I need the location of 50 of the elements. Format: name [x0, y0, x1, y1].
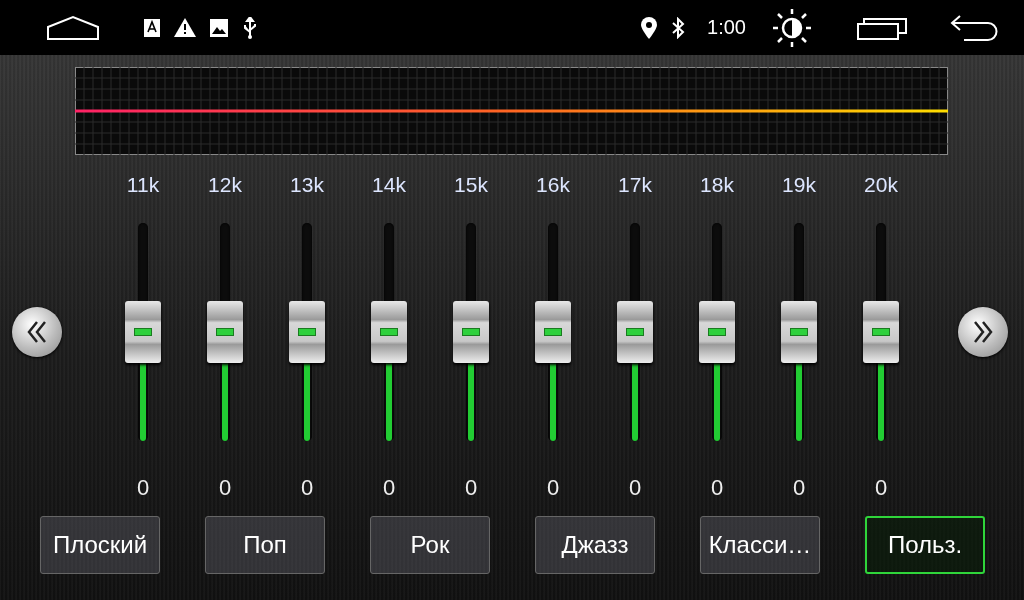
band-gain-value: 0 — [217, 475, 233, 501]
location-icon — [641, 16, 658, 39]
bluetooth-icon — [671, 16, 686, 39]
eq-slider-thumb[interactable] — [535, 301, 571, 363]
eq-slider-thumb[interactable] — [371, 301, 407, 363]
preset-button[interactable]: Поп — [205, 516, 325, 574]
band-gain-value: 0 — [709, 475, 725, 501]
eq-slider-thumb[interactable] — [863, 301, 899, 363]
preset-button[interactable]: Плоский — [40, 516, 160, 574]
band-frequency-label: 20k — [863, 173, 899, 197]
double-chevron-left-icon — [27, 321, 47, 343]
band-frequency-label: 15k — [453, 173, 489, 197]
preset-button[interactable]: Джазз — [535, 516, 655, 574]
band-gain-value: 0 — [791, 475, 807, 501]
band-gain-value: 0 — [545, 475, 561, 501]
next-button[interactable] — [958, 307, 1008, 357]
preset-button[interactable]: Класси… — [700, 516, 820, 574]
preset-button[interactable]: Рок — [370, 516, 490, 574]
band-gain-value: 0 — [135, 475, 151, 501]
band-gain-value: 0 — [627, 475, 643, 501]
double-chevron-right-icon — [973, 321, 993, 343]
eq-slider-thumb[interactable] — [125, 301, 161, 363]
usb-icon — [242, 16, 258, 39]
eq-slider-thumb[interactable] — [699, 301, 735, 363]
band-frequency-label: 18k — [699, 173, 735, 197]
preset-button[interactable]: Польз. — [865, 516, 985, 574]
eq-slider-thumb[interactable] — [781, 301, 817, 363]
band-gain-value: 0 — [463, 475, 479, 501]
eq-slider-thumb[interactable] — [289, 301, 325, 363]
band-frequency-label: 13k — [289, 173, 325, 197]
band-gain-value: 0 — [381, 475, 397, 501]
keyboard-letter-icon — [144, 18, 160, 37]
warning-icon — [174, 18, 196, 37]
band-frequency-label: 12k — [207, 173, 243, 197]
band-gain-value: 0 — [873, 475, 889, 501]
band-frequency-label: 11k — [125, 173, 161, 197]
band-gain-value: 0 — [299, 475, 315, 501]
brightness-icon[interactable] — [772, 7, 812, 48]
eq-slider-thumb[interactable] — [617, 301, 653, 363]
band-frequency-label: 16k — [535, 173, 571, 197]
clock-time: 1:00 — [707, 16, 746, 39]
eq-slider-thumb[interactable] — [207, 301, 243, 363]
home-icon[interactable] — [46, 14, 100, 41]
band-frequency-label: 14k — [371, 173, 407, 197]
band-frequency-label: 19k — [781, 173, 817, 197]
previous-button[interactable] — [12, 307, 62, 357]
eq-slider-thumb[interactable] — [453, 301, 489, 363]
back-icon[interactable] — [950, 13, 998, 42]
image-icon — [210, 18, 228, 37]
band-frequency-label: 17k — [617, 173, 653, 197]
